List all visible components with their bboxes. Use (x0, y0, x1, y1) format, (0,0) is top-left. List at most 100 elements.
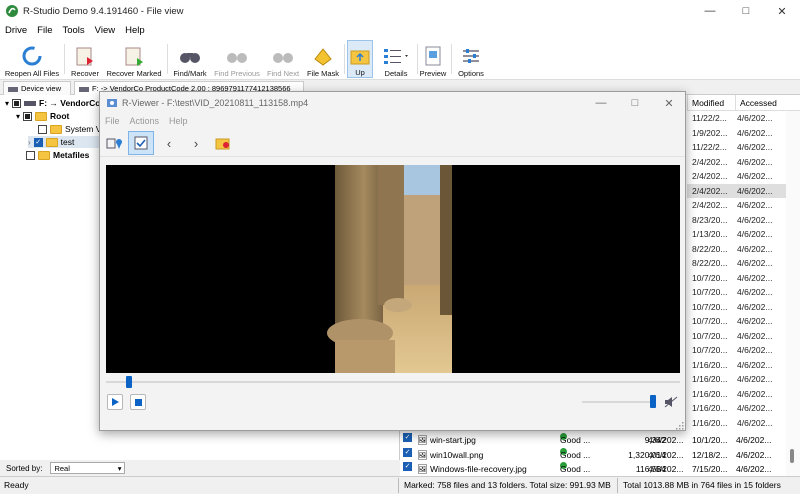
modified-cell: 2/4/202... (692, 200, 728, 210)
image-file-icon: 🖼 (417, 435, 428, 445)
details-button[interactable]: Details (376, 40, 416, 78)
recover-file-button[interactable] (210, 131, 236, 155)
table-row[interactable]: 11/22/2... 4/6/202... (687, 140, 786, 155)
viewer-minimize-button[interactable]: — (584, 92, 618, 114)
table-row[interactable]: 1/13/20... 4/6/202... (687, 227, 786, 242)
volume-handle[interactable] (650, 395, 656, 408)
scroll-thumb[interactable] (790, 449, 794, 463)
menu-file[interactable]: File (32, 25, 57, 36)
volume-slider[interactable] (582, 401, 650, 403)
preview-button[interactable]: Preview (418, 40, 448, 78)
row-checkbox[interactable]: ✓ (403, 462, 412, 471)
seek-handle[interactable] (125, 376, 132, 388)
video-frame[interactable] (106, 165, 680, 373)
menu-view[interactable]: View (90, 25, 120, 36)
modified-cell: 10/7/20... (692, 287, 728, 297)
stop-button[interactable] (130, 394, 146, 410)
table-row[interactable]: 1/16/20... 4/6/202... (687, 401, 786, 416)
sort-select[interactable]: Real ▾ (50, 462, 126, 474)
table-row[interactable]: 1/16/20... 4/6/202... (687, 387, 786, 402)
table-row[interactable]: 8/23/20... 4/6/202... (687, 213, 786, 228)
table-row[interactable]: 2/4/202... 4/6/202... (687, 169, 786, 184)
viewer-menu-actions[interactable]: Actions (125, 116, 165, 126)
table-row[interactable]: 10/7/20... 4/6/202... (687, 285, 786, 300)
system-checkbox[interactable] (38, 124, 47, 134)
column-modified[interactable]: Modified (687, 95, 735, 111)
modified-cell: 11/22/2... (692, 113, 727, 123)
recover-button[interactable]: Recover (68, 40, 102, 78)
previous-file-button[interactable]: ‹ (156, 131, 182, 155)
table-row[interactable]: 2/4/202... 4/6/202... (687, 155, 786, 170)
table-row[interactable]: 8/22/20... 4/6/202... (687, 256, 786, 271)
find-mark-button[interactable]: Find/Mark (171, 40, 209, 78)
table-row[interactable]: 1/16/20... 4/6/202... (687, 416, 786, 431)
find-next-button[interactable]: Find Next (265, 40, 301, 78)
table-row[interactable]: 10/7/20... 4/6/202... (687, 314, 786, 329)
resize-grip-icon[interactable] (676, 422, 684, 430)
maximize-button[interactable]: □ (728, 0, 764, 22)
table-row[interactable]: 1/16/20... 4/6/202... (687, 358, 786, 373)
file-row-win10wall[interactable]: ✓ 🖼 win10wall.png Good ... 1,320,014 4/6… (400, 447, 786, 463)
drive-checkbox[interactable] (12, 98, 22, 108)
tree-node-test[interactable]: › ✓ test (28, 136, 105, 148)
mute-button[interactable] (663, 394, 679, 410)
file-row-win-start[interactable]: ✓ 🖼 win-start.jpg Good ... 9,342 4/6/202… (400, 433, 786, 448)
menu-drive[interactable]: Drive (0, 25, 32, 36)
table-row[interactable]: 10/7/20... 4/6/202... (687, 300, 786, 315)
vertical-scrollbar[interactable] (786, 111, 800, 476)
up-button[interactable]: Up (347, 40, 373, 78)
viewer-maximize-button[interactable]: □ (618, 92, 652, 114)
seek-bar[interactable] (106, 381, 680, 383)
table-row[interactable]: 1/9/202... 4/6/202... (687, 126, 786, 141)
accessed-cell: 4/6/202... (737, 287, 773, 297)
metafiles-checkbox[interactable] (26, 150, 35, 160)
accessed-cell: 4/6/202... (737, 171, 773, 181)
speaker-muted-icon (664, 396, 678, 408)
tree-node-system-volume[interactable]: System Vo (38, 123, 106, 135)
minimize-button[interactable]: — (692, 0, 728, 22)
file-mask-button[interactable]: File Mask (305, 40, 341, 78)
folder-icon (35, 111, 48, 121)
accessed-cell: 4/6/202... (737, 214, 773, 225)
table-row[interactable]: 11/22/2... 4/6/202... (687, 111, 786, 126)
modified-cell: 1/16/20... (692, 417, 728, 428)
menu-help[interactable]: Help (120, 25, 150, 36)
test-checkbox[interactable]: ✓ (33, 137, 43, 147)
file-row-windows-file-recovery[interactable]: ✓ 🖼 Windows-file-recovery.jpg Good ... 1… (400, 462, 786, 477)
reopen-all-files-button[interactable]: Reopen All Files (4, 40, 60, 78)
mark-file-toggle[interactable] (128, 131, 154, 155)
column-accessed[interactable]: Accessed (735, 95, 786, 111)
locate-file-button[interactable] (102, 131, 128, 155)
tab-device-view[interactable]: Device view (3, 81, 71, 95)
table-row[interactable]: 10/7/20... 4/6/202... (687, 343, 786, 358)
table-row[interactable]: 10/7/20... 4/6/202... (687, 329, 786, 344)
table-row[interactable]: 2/4/202... 4/6/202... (687, 198, 786, 213)
viewer-menu-bar: File Actions Help (100, 114, 685, 128)
modified-cell: 1/16/20... (692, 403, 728, 413)
recover-marked-button[interactable]: Recover Marked (105, 40, 163, 78)
table-row[interactable]: 10/7/20... 4/6/202... (687, 271, 786, 286)
row-checkbox[interactable]: ✓ (403, 433, 412, 442)
close-button[interactable]: ✕ (764, 0, 800, 22)
root-checkbox[interactable] (23, 111, 33, 121)
viewer-title-bar: R-Viewer - F:\test\VID_20210811_113158.m… (100, 92, 685, 114)
viewer-close-button[interactable]: ✕ (652, 92, 686, 114)
table-row[interactable]: 8/22/20... 4/6/202... (687, 242, 786, 257)
viewer-menu-file[interactable]: File (100, 116, 125, 126)
find-previous-button[interactable]: Find Previous (212, 40, 262, 78)
modified-cell: 10/7/20... (692, 330, 728, 341)
folder-icon (50, 124, 62, 134)
modified-cell: 1/16/20... (692, 359, 728, 370)
row-checkbox[interactable]: ✓ (403, 447, 412, 457)
table-row[interactable]: 1/16/20... 4/6/202... (687, 372, 786, 387)
menu-tools[interactable]: Tools (57, 25, 89, 36)
play-button[interactable] (107, 394, 123, 410)
tree-node-root[interactable]: ▾ Root (16, 110, 69, 122)
viewer-menu-help[interactable]: Help (164, 116, 193, 126)
options-button[interactable]: Options (455, 40, 487, 78)
tree-node-metafiles[interactable]: Metafiles (26, 149, 89, 161)
modified-cell: 2/4/202... (692, 185, 728, 196)
table-row[interactable]: 2/4/202... 4/6/202... (687, 183, 786, 198)
tree-node-drive[interactable]: ▾ F: → VendorCo (5, 97, 100, 109)
next-file-button[interactable]: › (183, 131, 209, 155)
